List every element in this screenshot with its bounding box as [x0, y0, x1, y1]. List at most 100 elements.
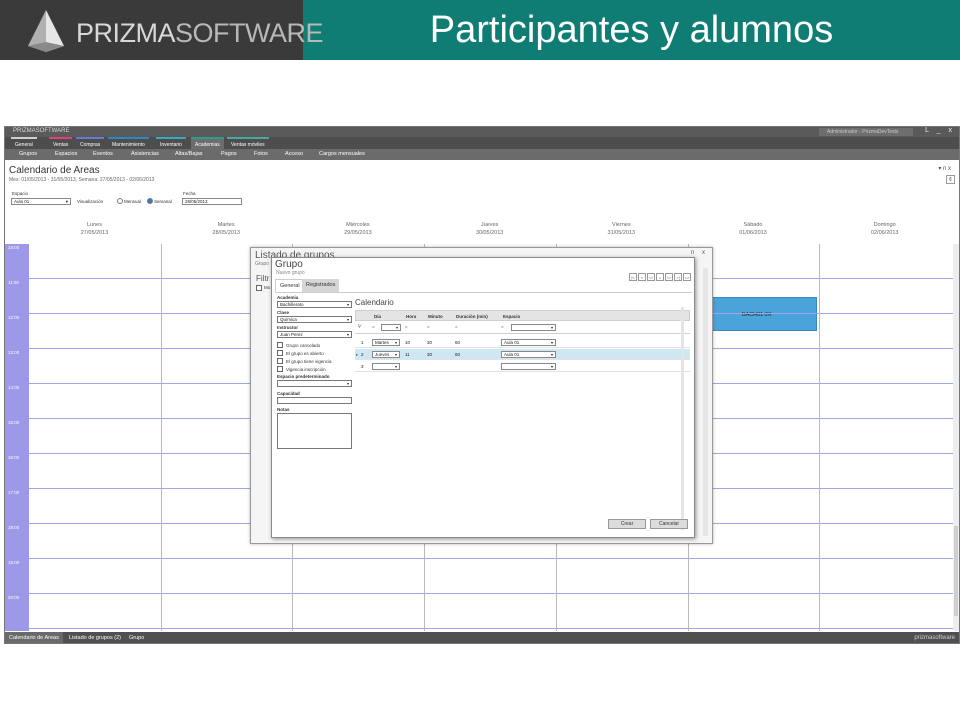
- fecha-input[interactable]: 28/05/2013: [182, 198, 242, 205]
- day-header: Domingo 02/06/2013: [819, 221, 950, 237]
- window-controls[interactable]: L _ x: [925, 127, 955, 134]
- tab-compras[interactable]: Compras: [76, 137, 105, 149]
- hora-cell[interactable]: 10: [405, 337, 410, 348]
- listado-window-controls[interactable]: n x: [691, 250, 708, 256]
- hour-label: 16:00: [8, 455, 20, 460]
- listado-checkbox[interactable]: [256, 285, 262, 291]
- espacio-cell-select[interactable]: ▾: [501, 363, 556, 370]
- calendar-event[interactable]: BACH01-26: [696, 297, 817, 331]
- espacio-select[interactable]: Aula 01 ▾: [11, 198, 71, 205]
- main-tab-bar: General Ventas Compras Mantenimiento Inventa…: [5, 137, 959, 149]
- grupo-scrollbar[interactable]: [681, 307, 684, 530]
- espacio-cell-select[interactable]: Aula 01 ▾: [501, 339, 556, 346]
- hour-gridline: [29, 593, 953, 594]
- chevron-down-icon: ▾: [394, 352, 397, 357]
- day-date: 30/05/2013: [475, 230, 504, 236]
- fecha-label: Fecha: [183, 191, 196, 196]
- tab-registrados[interactable]: Registrados: [302, 279, 340, 292]
- subnav-item[interactable]: Pagos: [221, 149, 237, 160]
- filter-eq-duracion[interactable]: =: [455, 321, 458, 332]
- document-options-button[interactable]: ¢: [946, 175, 955, 184]
- table-row-new[interactable]: 3 ▾ ▾: [355, 361, 690, 372]
- dia-select[interactable]: ▾: [372, 363, 400, 370]
- instructor-select[interactable]: Juan Perez ▾: [277, 331, 352, 338]
- tab-mantenimiento[interactable]: Mantenimiento: [108, 137, 149, 149]
- document-tab[interactable]: Grupo: [125, 632, 148, 643]
- chevron-down-icon: ▾: [346, 317, 349, 322]
- subnav-item[interactable]: Fotos: [254, 149, 268, 160]
- dia-select[interactable]: Jueves ▾: [372, 351, 400, 358]
- vigencia-inscripcion-label: Vigencia inscripción: [286, 367, 326, 372]
- document-controls[interactable]: ▾ n x: [938, 165, 951, 172]
- record-nav-button[interactable]: >: [656, 273, 664, 281]
- record-nav-button[interactable]: <>: [683, 273, 691, 281]
- user-button[interactable]: Administrador - PrizmaDevTests: [819, 128, 913, 136]
- mensual-radio[interactable]: [117, 198, 123, 204]
- notas-textarea[interactable]: [277, 413, 352, 449]
- duracion-cell[interactable]: 60: [455, 337, 460, 348]
- table-row[interactable]: 1 Martes ▾ 10 30 60 Aula 01 ▾: [355, 337, 690, 348]
- table-row-selected[interactable]: ▸ 2 Jueves ▾ 11 30 60 Aula 01 ▾: [355, 349, 690, 360]
- record-nav-button[interactable]: <: [638, 273, 646, 281]
- listado-scrollbar[interactable]: [703, 268, 708, 536]
- capacidad-input[interactable]: [277, 397, 352, 404]
- record-nav-button[interactable]: <<: [647, 273, 655, 281]
- minuto-cell[interactable]: 30: [427, 337, 432, 348]
- crear-button[interactable]: Crear: [608, 519, 646, 529]
- minuto-cell[interactable]: 30: [427, 349, 432, 360]
- filter-dia-select[interactable]: ▾: [381, 324, 401, 331]
- filter-eq-hora[interactable]: =: [405, 321, 408, 332]
- title-bar: PRIZMASOFTWARE Administrador - PrizmaDev…: [5, 127, 959, 137]
- grupo-vigencia-checkbox[interactable]: [277, 358, 283, 364]
- espacio-cell-select[interactable]: Aula 01 ▾: [501, 351, 556, 358]
- tab-ventas[interactable]: Ventas: [49, 137, 73, 149]
- document-tab[interactable]: Calendario de Areas: [5, 632, 63, 643]
- grupo-abierto-checkbox[interactable]: [277, 350, 283, 356]
- day-date: 01/06/2013: [739, 230, 767, 236]
- semanal-radio[interactable]: [147, 198, 153, 204]
- cancelar-button[interactable]: Cancelar: [650, 519, 688, 529]
- record-nav-button[interactable]: >|: [674, 273, 682, 281]
- hour-label: 18:00: [8, 525, 20, 530]
- academia-select[interactable]: Bachillerato ▾: [277, 301, 352, 308]
- document-tab[interactable]: Listado de grupos (2): [65, 632, 125, 643]
- chevron-down-icon: ▾: [550, 364, 553, 369]
- calendario-title: Calendario: [355, 298, 394, 307]
- calendar-scrollbar[interactable]: [953, 244, 959, 631]
- vigencia-inscripcion-checkbox[interactable]: [277, 366, 283, 372]
- filter-espacio-select[interactable]: ▾: [511, 324, 556, 331]
- dia-value: Martes: [375, 340, 389, 345]
- tab-academias[interactable]: Academias: [191, 137, 224, 149]
- clase-select[interactable]: Química ▾: [277, 316, 352, 323]
- record-nav-button[interactable]: >>: [665, 273, 673, 281]
- hora-cell[interactable]: 11: [405, 349, 410, 360]
- subnav-item[interactable]: Grupos: [19, 149, 37, 160]
- slide-title: Participantes y alumnos: [429, 9, 834, 51]
- grupo-cancelado-checkbox[interactable]: [277, 342, 283, 348]
- listado-subtitle: Grupo: [255, 261, 269, 267]
- subnav-item[interactable]: Altas/Bajas: [175, 149, 203, 160]
- subnav-item[interactable]: Acceso: [285, 149, 303, 160]
- logo-text-bold: PRIZMA: [76, 18, 176, 48]
- notas-label: Notas: [277, 407, 290, 412]
- footer-brand: prizmasoftware: [914, 635, 955, 641]
- subnav-item[interactable]: Espacios: [55, 149, 77, 160]
- subnav-item[interactable]: Eventos: [93, 149, 113, 160]
- tab-general[interactable]: General: [11, 137, 37, 149]
- tab-ventas-móviles[interactable]: Ventas móviles: [227, 137, 269, 149]
- hour-label: 10:00: [8, 245, 20, 250]
- subnav-item[interactable]: Cargos mensuales: [319, 149, 365, 160]
- tab-general[interactable]: General: [275, 279, 305, 292]
- scroll-thumb[interactable]: [954, 526, 958, 616]
- subnav-item[interactable]: Asistencias: [131, 149, 159, 160]
- filter-eq-dia[interactable]: =: [372, 321, 375, 332]
- filter-eq-minuto[interactable]: =: [427, 321, 430, 332]
- filter-eq-espacio[interactable]: =: [501, 321, 504, 332]
- espacio-predeterminado-select[interactable]: ▾: [277, 380, 352, 387]
- duracion-cell[interactable]: 60: [455, 349, 460, 360]
- dia-select[interactable]: Martes ▾: [372, 339, 400, 346]
- sub-nav: Grupos Espacios Eventos Asistencias Altas/Ba…: [5, 149, 959, 160]
- logo-text: PRIZMASOFTWARE: [76, 18, 324, 49]
- record-nav-button[interactable]: |<: [629, 273, 637, 281]
- tab-inventario[interactable]: Inventario: [156, 137, 186, 149]
